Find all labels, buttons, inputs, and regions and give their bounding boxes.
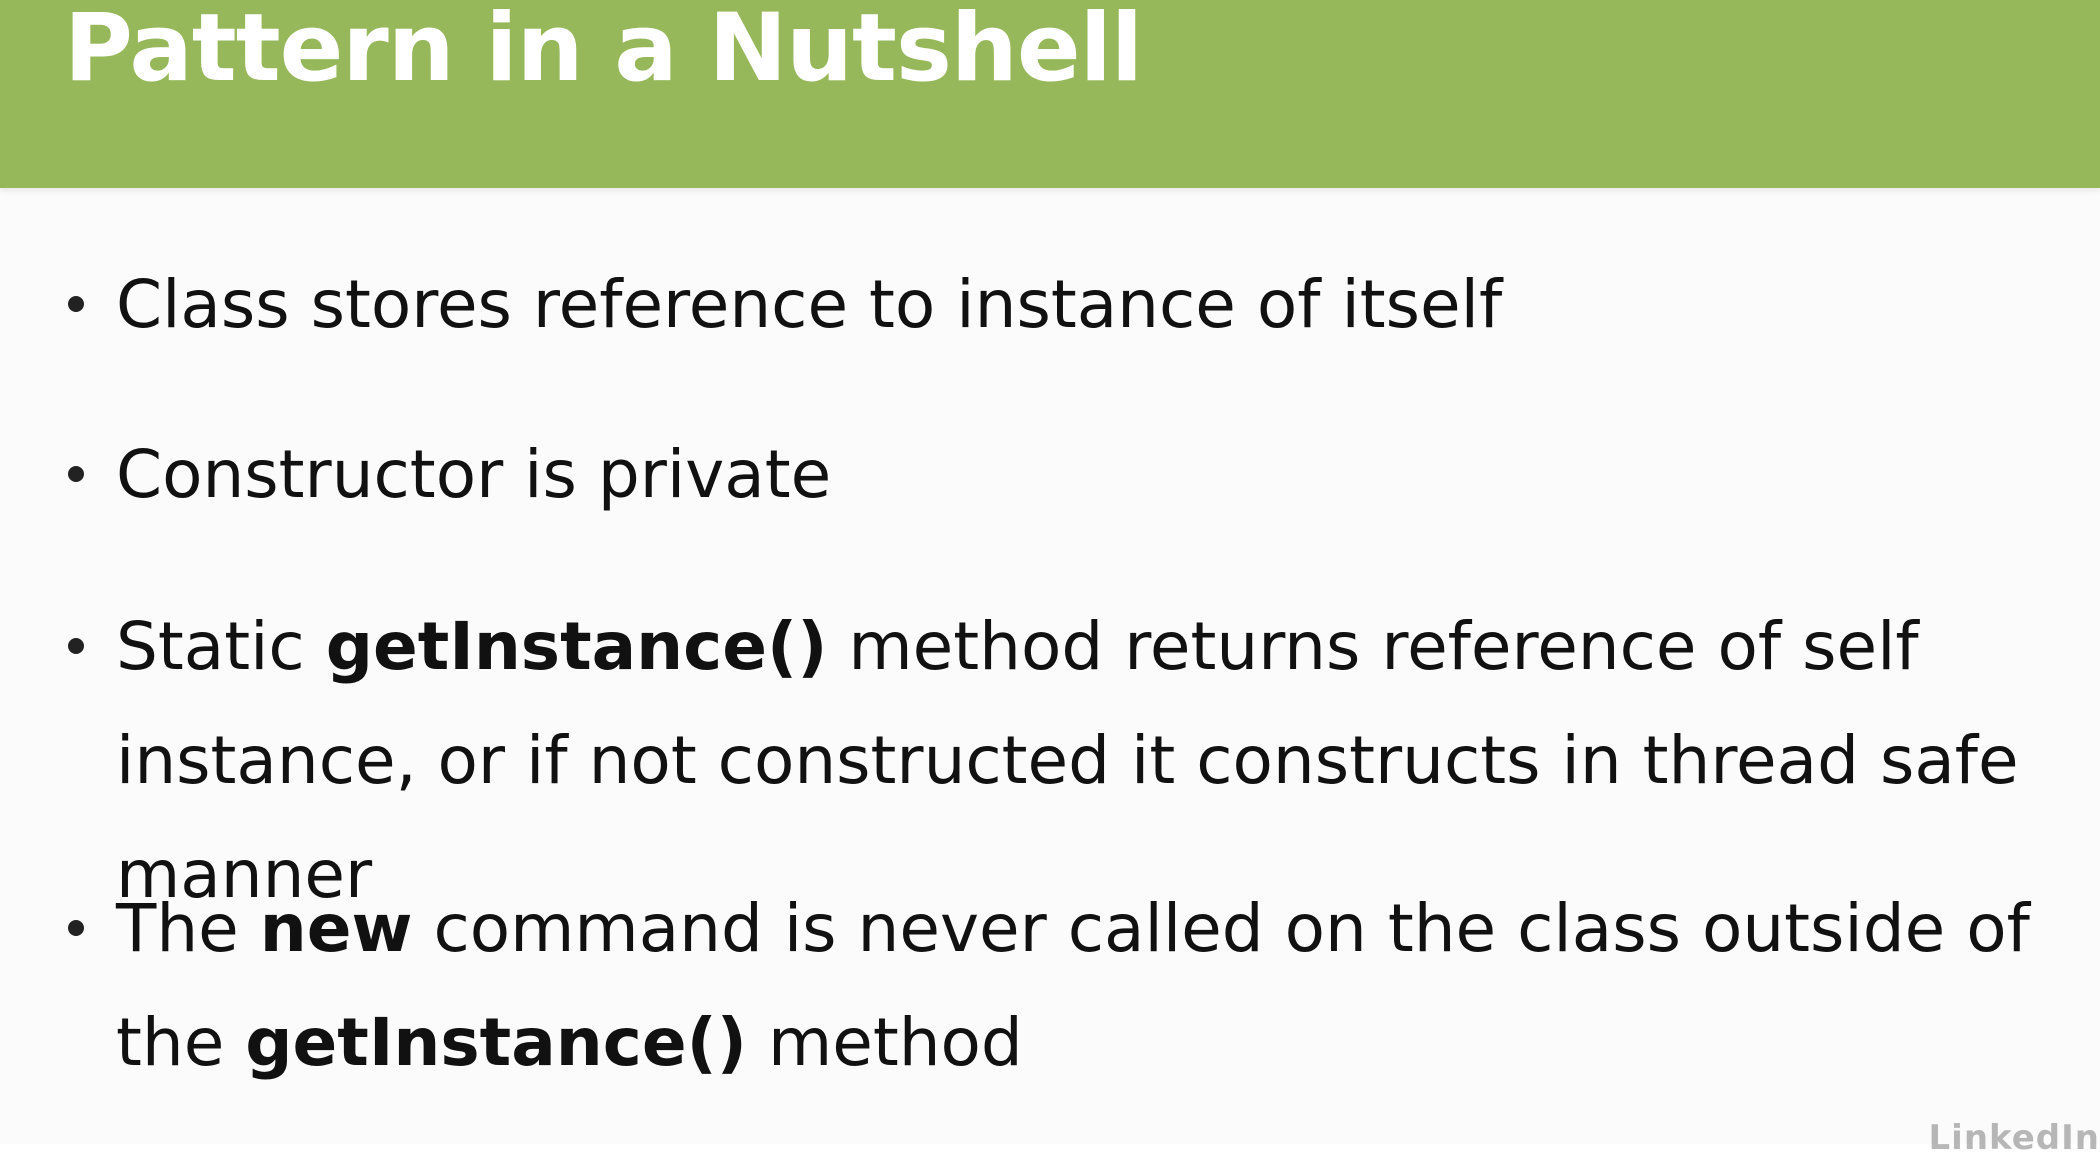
bullet-text: Class stores reference to instance of it…	[116, 266, 1503, 343]
code-term-getinstance: getInstance()	[325, 608, 828, 685]
bullet-class-stores-reference: Class stores reference to instance of it…	[68, 248, 2076, 362]
slide: Pattern in a Nutshell Class stores refer…	[0, 0, 2100, 1158]
bullet-text: method	[746, 1004, 1023, 1081]
bullet-list: Class stores reference to instance of it…	[0, 0, 2100, 1144]
bullet-new-command-never-called: The new command is never called on the c…	[68, 872, 2076, 1100]
code-term-getinstance: getInstance()	[245, 1004, 747, 1081]
linkedin-watermark: LinkedIn	[1928, 1118, 2100, 1158]
bullet-text: The	[116, 890, 260, 967]
bullet-text: Constructor is private	[116, 436, 832, 513]
code-term-new: new	[259, 890, 413, 967]
bullet-constructor-private: Constructor is private	[68, 418, 2076, 532]
bullet-text: Static	[116, 608, 326, 685]
